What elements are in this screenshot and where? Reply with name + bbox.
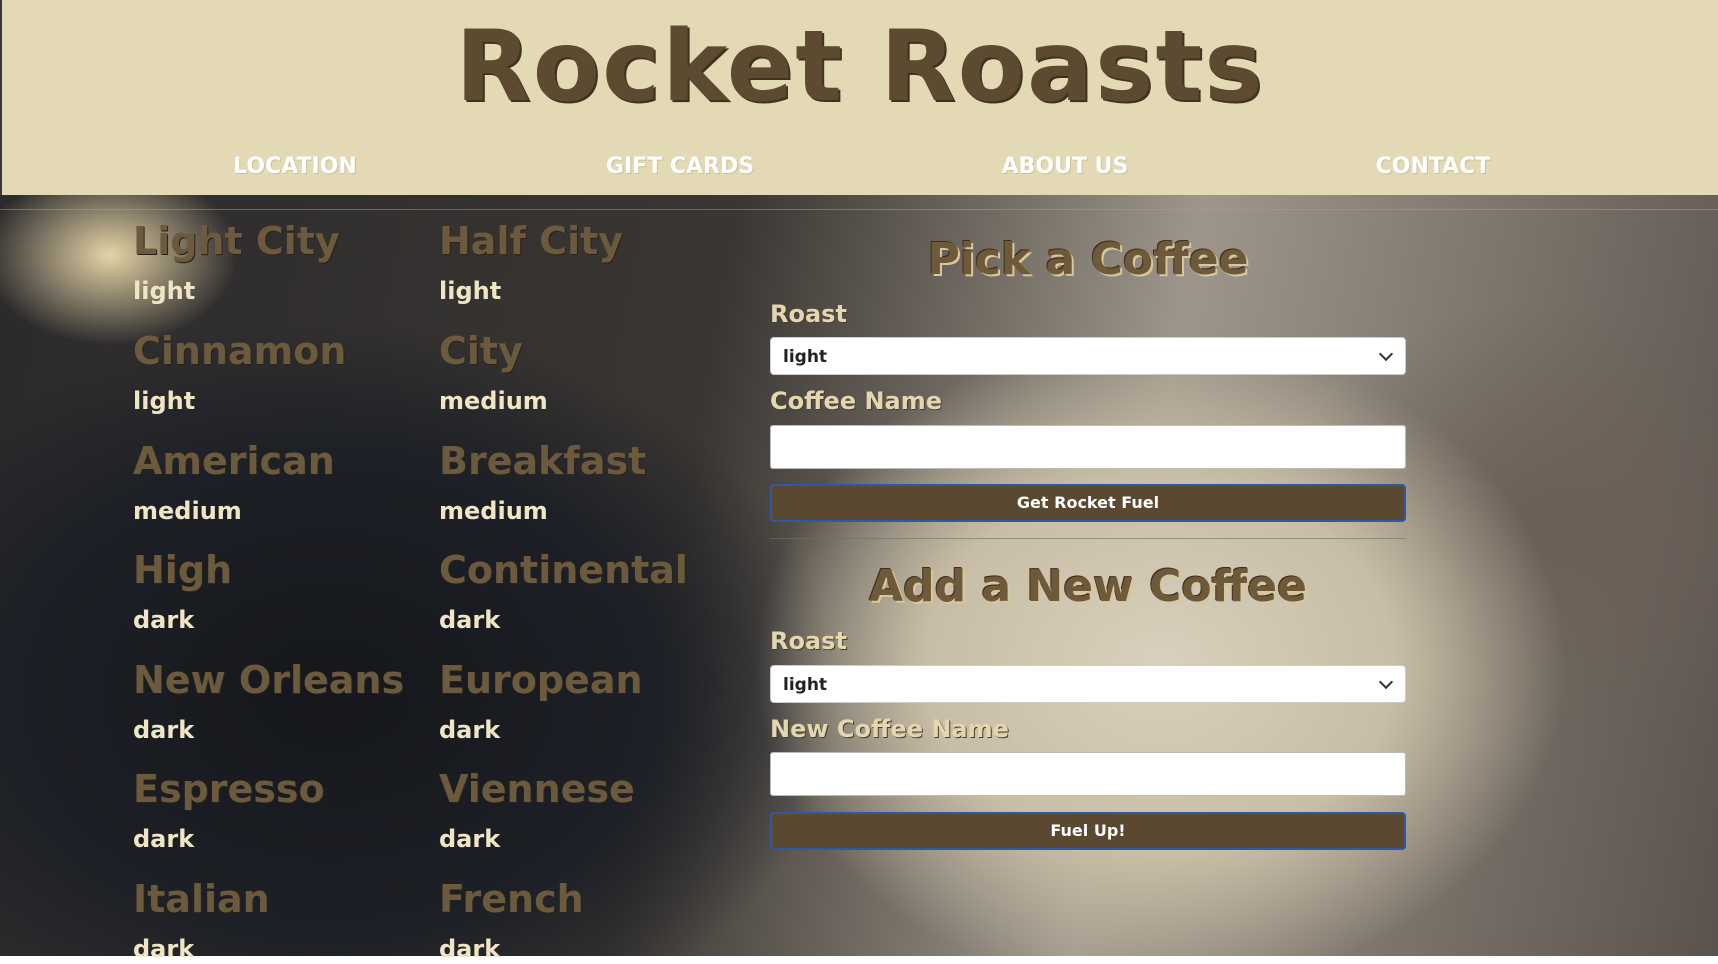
nav-about-us[interactable]: ABOUT US bbox=[1002, 150, 1129, 184]
new-roast-label: Roast bbox=[770, 627, 847, 655]
coffee-roast: light bbox=[133, 277, 196, 305]
coffee-name: Cinnamon bbox=[133, 329, 347, 373]
roast-select-value: light bbox=[783, 347, 828, 367]
pick-coffee-heading: Pick a Coffee bbox=[927, 234, 1249, 285]
coffee-roast: light bbox=[439, 277, 502, 305]
coffee-name: Italian bbox=[133, 877, 270, 921]
coffee-roast: dark bbox=[133, 716, 195, 744]
coffee-item: American medium bbox=[133, 438, 423, 526]
new-roast-select[interactable]: light bbox=[770, 665, 1406, 703]
new-roast-select-value: light bbox=[783, 675, 828, 695]
coffee-item: Breakfast medium bbox=[439, 438, 729, 526]
coffee-name: American bbox=[133, 439, 335, 483]
nav-location[interactable]: LOCATION bbox=[233, 150, 357, 184]
coffee-item: Cinnamon light bbox=[133, 328, 423, 416]
coffee-item: Continental dark bbox=[439, 547, 729, 635]
coffee-name-input[interactable] bbox=[770, 425, 1406, 469]
site-header: Rocket Roasts LOCATION GIFT CARDS ABOUT … bbox=[0, 0, 1718, 195]
coffee-name: City bbox=[439, 329, 523, 373]
coffee-name: Espresso bbox=[133, 767, 325, 811]
get-rocket-fuel-button[interactable]: Get Rocket Fuel bbox=[770, 484, 1406, 522]
coffee-item: New Orleans dark bbox=[133, 657, 423, 745]
coffee-item: European dark bbox=[439, 657, 729, 745]
coffee-item: French dark bbox=[439, 876, 729, 964]
coffee-item: High dark bbox=[133, 547, 423, 635]
coffee-roast: dark bbox=[439, 716, 501, 744]
main-nav: LOCATION GIFT CARDS ABOUT US CONTACT bbox=[2, 150, 1718, 184]
coffee-item: Light City light bbox=[133, 218, 423, 306]
coffee-roast: medium bbox=[439, 387, 548, 415]
coffee-name-label: Coffee Name bbox=[770, 387, 943, 415]
coffee-roast: dark bbox=[133, 935, 195, 963]
chevron-down-icon bbox=[1378, 346, 1394, 362]
chevron-down-icon bbox=[1378, 674, 1394, 690]
coffee-name: Half City bbox=[439, 219, 624, 263]
coffee-name: Continental bbox=[439, 548, 688, 592]
coffee-roast: dark bbox=[439, 935, 501, 963]
coffee-item: City medium bbox=[439, 328, 729, 416]
coffee-name: High bbox=[133, 548, 233, 592]
coffee-roast: dark bbox=[133, 825, 195, 853]
coffee-name: Viennese bbox=[439, 767, 635, 811]
coffee-name: New Orleans bbox=[133, 658, 405, 702]
coffee-item: Half City light bbox=[439, 218, 729, 306]
coffee-item: Espresso dark bbox=[133, 766, 423, 854]
coffee-roast: medium bbox=[133, 497, 242, 525]
fuel-up-button[interactable]: Fuel Up! bbox=[770, 812, 1406, 850]
form-divider bbox=[770, 538, 1406, 539]
coffee-name: Breakfast bbox=[439, 439, 647, 483]
coffee-roast: dark bbox=[439, 606, 501, 634]
new-coffee-name-input[interactable] bbox=[770, 752, 1406, 796]
coffee-name: Light City bbox=[133, 219, 340, 263]
new-coffee-name-label: New Coffee Name bbox=[770, 715, 1009, 743]
coffee-roast: dark bbox=[133, 606, 195, 634]
coffee-name: European bbox=[439, 658, 643, 702]
coffee-roast: light bbox=[133, 387, 196, 415]
add-coffee-heading: Add a New Coffee bbox=[869, 561, 1307, 612]
site-title: Rocket Roasts bbox=[455, 10, 1265, 124]
nav-gift-cards[interactable]: GIFT CARDS bbox=[606, 150, 754, 184]
header-divider bbox=[0, 209, 1718, 210]
coffee-item: Italian dark bbox=[133, 876, 423, 964]
nav-contact[interactable]: CONTACT bbox=[1376, 150, 1491, 184]
coffee-item: Viennese dark bbox=[439, 766, 729, 854]
coffee-roast: medium bbox=[439, 497, 548, 525]
coffee-roast: dark bbox=[439, 825, 501, 853]
roast-label: Roast bbox=[770, 300, 847, 328]
coffee-name: French bbox=[439, 877, 584, 921]
roast-select[interactable]: light bbox=[770, 337, 1406, 375]
